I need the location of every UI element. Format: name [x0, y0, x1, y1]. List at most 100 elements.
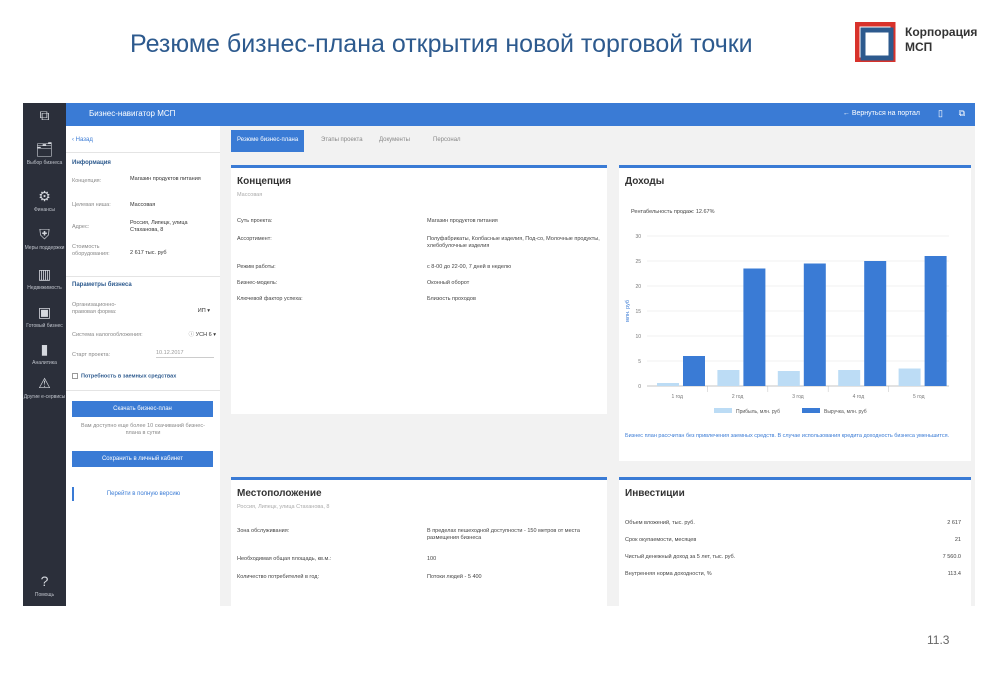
tab-staff[interactable]: Персонал: [427, 130, 467, 152]
bar-chart-icon: ▮: [40, 341, 49, 357]
road-icon: ⚠: [38, 375, 51, 391]
concept-value: Близость проходов: [427, 296, 476, 302]
x-tick-label: 5 год: [913, 394, 925, 400]
x-tick-label: 4 год: [853, 394, 865, 400]
bar-profit: [777, 371, 800, 386]
location-label: Зона обслуживания:: [237, 528, 290, 534]
location-card: Местоположение Россия, Липецк, улица Ста…: [231, 477, 607, 606]
concept-value: с 8-00 до 22-00, 7 дней в неделю: [427, 264, 512, 270]
tab-documents[interactable]: Документы: [373, 130, 416, 152]
x-tick-label: 1 год: [671, 394, 683, 400]
tab-summary[interactable]: Резюме бизнес-плана: [231, 130, 305, 152]
bar-profit: [717, 370, 740, 386]
full-version-link[interactable]: Перейти в полную версию: [72, 487, 213, 501]
concept-label: Суть проекта:: [237, 218, 273, 224]
investment-label: Чистый денежный доход за 5 лет, тыс. руб…: [625, 554, 736, 560]
info-value: Магазин продуктов питания: [130, 176, 201, 182]
back-to-portal-link[interactable]: ← Вернуться на портал: [843, 110, 920, 117]
investment-value: 2 617: [947, 520, 961, 526]
info-label: Стоимость оборудования:: [72, 244, 110, 257]
nav-analytics[interactable]: ▮ Аналитика: [23, 341, 66, 366]
investments-card: Инвестиции Объем вложений, тыс. руб. 2 6…: [619, 477, 971, 606]
bar-profit: [657, 383, 679, 386]
bar-profit: [898, 368, 921, 386]
concept-value: Оконный оборот: [427, 280, 470, 286]
location-value: 100: [427, 556, 437, 562]
concept-label: Режим работы:: [237, 264, 276, 270]
y-tick-label: 0: [638, 384, 641, 390]
save-to-cabinet-button[interactable]: Сохранить в личный кабинет: [72, 451, 213, 467]
concept-title: Концепция: [237, 176, 292, 187]
location-label: Количество потребителей в год:: [237, 574, 319, 580]
location-title: Местоположение: [237, 488, 322, 499]
income-bar-chart: 0 5 10 15 20 25 30 млн. руб 1 год 2 год 3 год 4 год…: [625, 234, 949, 415]
legend-label: Прибыль, млн. руб: [736, 409, 780, 415]
borrowed-funds-checkbox[interactable]: Потребность в заемных средствах: [72, 373, 176, 379]
case-icon: ▣: [37, 304, 52, 320]
back-link[interactable]: ‹ Назад: [72, 137, 93, 143]
income-card: Доходы Рентабельность продаж: 12.67% 0 5 1…: [619, 165, 971, 461]
chat-icon[interactable]: ⧉: [959, 108, 965, 119]
download-note: Вам доступно еще более 10 скачиваний биз…: [81, 423, 205, 436]
location-value: В пределах пешеходной доступности - 150 …: [427, 528, 580, 541]
investment-value: 113.4: [947, 571, 961, 577]
investments-title: Инвестиции: [625, 488, 685, 499]
info-value: Массовая: [130, 202, 156, 208]
income-note: Бизнес план рассчитан без привлечения за…: [625, 433, 950, 439]
investment-label: Срок окупаемости, месяцев: [625, 537, 697, 543]
location-subtitle: Россия, Липецк, улица Стаханова, 8: [237, 504, 330, 510]
info-value: 2 617 тыс. руб: [130, 250, 167, 256]
y-tick-label: 25: [635, 259, 641, 265]
shield-icon: ⛨: [39, 226, 50, 242]
info-section-title: Информация: [72, 160, 111, 166]
concept-label: Ассортимент:: [237, 236, 272, 242]
investment-value: 7 560.0: [942, 554, 961, 560]
info-label: Адрес:: [72, 224, 90, 230]
nav-realty[interactable]: ▥ Недвижимость: [23, 266, 66, 291]
briefcase-icon: 🗂: [35, 141, 54, 157]
y-tick-label: 20: [635, 284, 641, 290]
concept-value: Магазин продуктов питания: [427, 218, 498, 224]
nav-help[interactable]: ? Помощь: [23, 573, 66, 598]
income-title: Доходы: [625, 176, 665, 187]
nav-other-services[interactable]: ⚠ Другие е-сервисы: [23, 375, 66, 400]
corporation-logo: Корпорация МСП: [854, 21, 980, 64]
investment-label: Внутренняя норма доходности, %: [625, 571, 712, 577]
profitability-caption: Рентабельность продаж: 12.67%: [631, 209, 715, 215]
tab-stages[interactable]: Этапы проекта: [315, 130, 369, 152]
gear-icon: ⚙: [38, 188, 51, 204]
top-bar: Бизнес-навигатор МСП ← Вернуться на порт…: [66, 103, 975, 126]
bar-revenue: [924, 256, 947, 386]
slide-title: Резюме бизнес-плана открытия новой торго…: [130, 30, 753, 58]
bar-revenue: [803, 263, 826, 386]
legend-swatch: [714, 408, 732, 413]
location-value: Потоки людей - 5 400: [427, 574, 482, 580]
concept-value: Полуфабрикаты, Колбасные изделия, Под-со…: [427, 236, 600, 249]
concept-label: Ключевой фактор успеха:: [237, 296, 303, 302]
concept-card: Концепция Массовая Суть проекта: Магазин…: [231, 165, 607, 414]
nav-support[interactable]: ⛨ Меры поддержки: [23, 226, 66, 251]
tab-bar: Резюме бизнес-плана Этапы проекта Докуме…: [231, 130, 975, 152]
download-plan-button[interactable]: Скачать бизнес-план: [72, 401, 213, 417]
concept-label: Бизнес-модель:: [237, 280, 278, 286]
building-icon: ▥: [37, 266, 52, 282]
param-label: Старт проекта:: [72, 352, 111, 358]
y-axis-label: млн. руб: [625, 300, 631, 322]
nav-business-choice[interactable]: 🗂 Выбор бизнеса: [23, 141, 66, 166]
legal-form-select[interactable]: ИП ▾: [130, 308, 210, 315]
start-date-input[interactable]: 10.12.2017: [156, 350, 214, 358]
info-label: Концепция:: [72, 178, 102, 184]
app-logo-icon[interactable]: ⧉: [23, 107, 66, 126]
bar-profit: [838, 370, 861, 386]
phone-icon[interactable]: ▯: [938, 108, 943, 119]
nav-ready-business[interactable]: ▣ Готовый бизнес: [23, 304, 66, 329]
x-tick-label: 3 год: [792, 394, 804, 400]
tax-system-select[interactable]: ⓘ УСН 6 ▾: [162, 332, 216, 339]
investment-label: Объем вложений, тыс. руб.: [625, 520, 695, 526]
help-icon[interactable]: ⓘ: [189, 332, 196, 338]
logo-line1: Корпорация: [905, 25, 978, 39]
checkbox-box[interactable]: [72, 373, 78, 379]
info-label: Целевая ниша:: [72, 202, 111, 208]
bar-revenue: [743, 268, 766, 386]
nav-finance[interactable]: ⚙ Финансы: [23, 188, 66, 213]
